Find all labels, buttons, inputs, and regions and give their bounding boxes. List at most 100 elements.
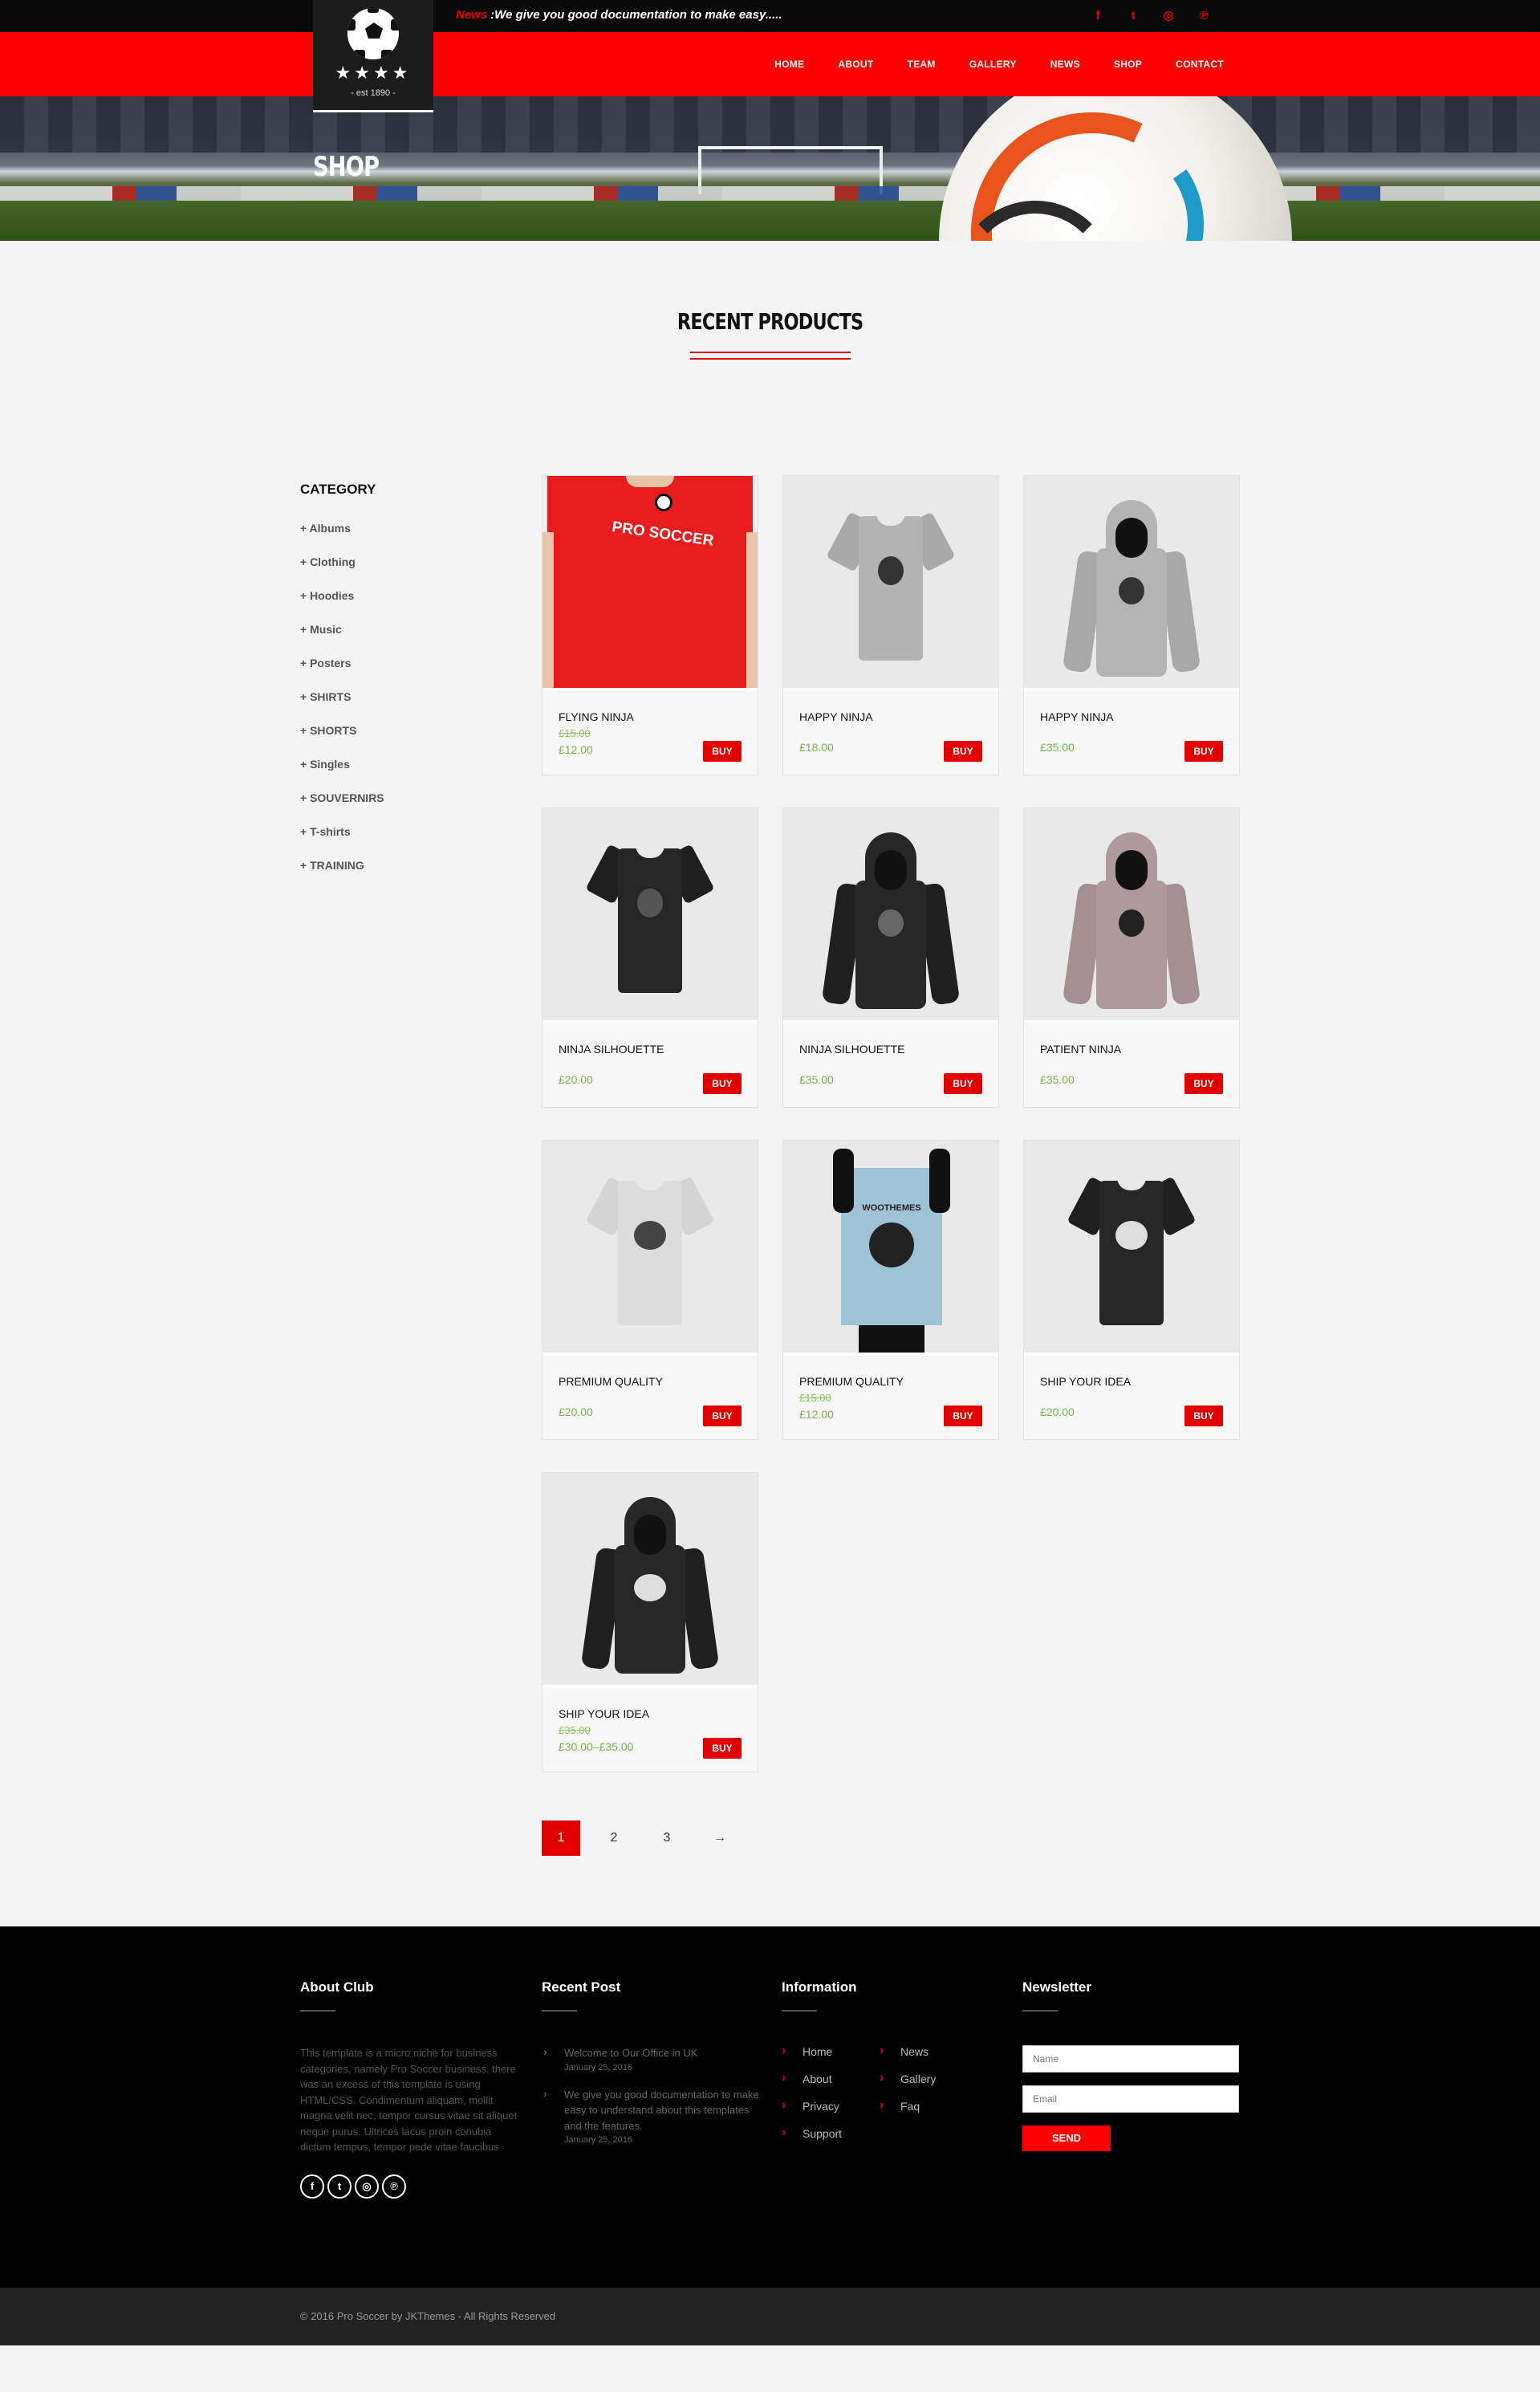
product-image[interactable] xyxy=(542,808,758,1023)
product-name[interactable]: SHIP YOUR IDEA xyxy=(1040,1375,1131,1388)
next-page-button[interactable]: → xyxy=(701,1820,739,1856)
instagram-icon[interactable]: ◎ xyxy=(355,2174,379,2199)
buy-button[interactable]: BUY xyxy=(944,1406,982,1426)
buy-button[interactable]: BUY xyxy=(703,741,742,762)
category-item[interactable]: + SOUVERNIRS xyxy=(300,791,493,825)
category-heading: CATEGORY xyxy=(300,482,376,497)
twitter-icon[interactable]: t xyxy=(327,2174,351,2199)
product-card[interactable]: NINJA SILHOUETTE £35.00 BUY xyxy=(782,808,999,1108)
product-image[interactable] xyxy=(1024,808,1239,1023)
nav-shop[interactable]: SHOP xyxy=(1114,59,1142,70)
product-name[interactable]: PREMIUM QUALITY xyxy=(559,1375,663,1388)
product-name[interactable]: NINJA SILHOUETTE xyxy=(799,1043,904,1056)
page-1-button[interactable]: 1 xyxy=(542,1820,580,1856)
recent-post[interactable]: › Welcome to Our Office in UK January 25… xyxy=(542,2045,766,2073)
hero-banner xyxy=(0,96,1540,241)
recent-post-title[interactable]: We give you good documentation to make e… xyxy=(564,2087,766,2134)
product-name[interactable]: HAPPY NINJA xyxy=(799,710,873,723)
news-ticker[interactable]: News:We give you good documentation to m… xyxy=(456,8,782,22)
footer-link-faq[interactable]: Faq xyxy=(880,2098,976,2113)
pinterest-icon[interactable]: ℗ xyxy=(382,2174,406,2199)
buy-button[interactable]: BUY xyxy=(703,1738,742,1759)
product-name[interactable]: SHIP YOUR IDEA xyxy=(559,1707,649,1720)
newsletter-name-field[interactable] xyxy=(1022,2045,1239,2073)
facebook-icon[interactable]: f xyxy=(1090,8,1106,24)
product-image[interactable] xyxy=(542,1473,758,1688)
product-card[interactable]: PATIENT NINJA £35.00 BUY xyxy=(1023,808,1240,1108)
title-underline xyxy=(690,352,851,364)
footer-link-about[interactable]: About xyxy=(782,2071,880,2085)
product-image[interactable] xyxy=(1024,476,1239,691)
category-item[interactable]: + Posters xyxy=(300,657,493,690)
product-image[interactable] xyxy=(783,808,998,1023)
buy-button[interactable]: BUY xyxy=(1184,1406,1223,1426)
nav-contact[interactable]: CONTACT xyxy=(1176,59,1224,70)
product-card[interactable]: SHIP YOUR IDEA £35.00 £30.00–£35.00 BUY xyxy=(542,1472,758,1772)
footer-social-links: f t ◎ ℗ xyxy=(300,2174,522,2199)
footer-link-gallery[interactable]: Gallery xyxy=(880,2071,976,2085)
footer-link-support[interactable]: Support xyxy=(782,2126,880,2140)
site-logo[interactable]: ★★★★ - est 1890 - xyxy=(313,0,433,112)
category-item[interactable]: + TRAINING xyxy=(300,859,493,893)
product-name[interactable]: PREMIUM QUALITY xyxy=(799,1375,904,1388)
twitter-icon[interactable]: t xyxy=(1125,8,1141,24)
category-item[interactable]: + T-shirts xyxy=(300,825,493,859)
recent-post[interactable]: › We give you good documentation to make… xyxy=(542,2087,766,2146)
product-card[interactable]: PREMIUM QUALITY £20.00 BUY xyxy=(542,1140,758,1440)
product-name[interactable]: PATIENT NINJA xyxy=(1040,1043,1121,1056)
page-2-button[interactable]: 2 xyxy=(595,1820,633,1856)
buy-button[interactable]: BUY xyxy=(1184,741,1223,762)
recent-post-title[interactable]: Welcome to Our Office in UK xyxy=(564,2045,766,2061)
nav-gallery[interactable]: GALLERY xyxy=(969,59,1017,70)
instagram-icon[interactable]: ◎ xyxy=(1160,8,1176,24)
category-item[interactable]: + Singles xyxy=(300,758,493,791)
top-social-links: f t ◎ ℗ xyxy=(1090,8,1212,24)
product-image[interactable] xyxy=(1024,1141,1239,1356)
nav-about[interactable]: ABOUT xyxy=(838,59,873,70)
newsletter-email-field[interactable] xyxy=(1022,2085,1239,2113)
buy-button[interactable]: BUY xyxy=(944,1073,982,1094)
product-card[interactable]: HAPPY NINJA £35.00 BUY xyxy=(1023,475,1240,775)
footer-links: Home News About Gallery Privacy Faq Supp… xyxy=(782,2044,976,2140)
product-image[interactable]: WOOTHEMES xyxy=(783,1141,998,1356)
copyright-text: © 2016 Pro Soccer by JKThemes - All Righ… xyxy=(300,2310,556,2322)
pinterest-icon[interactable]: ℗ xyxy=(1196,8,1212,24)
page-3-button[interactable]: 3 xyxy=(648,1820,686,1856)
footer-link-home[interactable]: Home xyxy=(782,2044,880,2058)
product-image[interactable] xyxy=(542,1141,758,1356)
footer-info-title: Information xyxy=(782,1979,857,1995)
product-card[interactable]: PRO SOCCER FLYING NINJA £15.00 £12.00 BU… xyxy=(542,475,758,775)
product-card[interactable]: SHIP YOUR IDEA £20.00 BUY xyxy=(1023,1140,1240,1440)
nav-news[interactable]: NEWS xyxy=(1050,59,1080,70)
footer-link-news[interactable]: News xyxy=(880,2044,976,2058)
product-name[interactable]: NINJA SILHOUETTE xyxy=(559,1043,664,1056)
product-price: £20.00 xyxy=(559,1073,593,1086)
soccer-ball-icon xyxy=(655,494,672,511)
category-item[interactable]: + Hoodies xyxy=(300,589,493,623)
product-card[interactable]: WOOTHEMES PREMIUM QUALITY £15.00 £12.00 … xyxy=(782,1140,999,1440)
product-card[interactable]: HAPPY NINJA £18.00 BUY xyxy=(782,475,999,775)
product-image[interactable]: PRO SOCCER xyxy=(542,476,758,691)
product-image[interactable] xyxy=(783,476,998,691)
product-card[interactable]: NINJA SILHOUETTE £20.00 BUY xyxy=(542,808,758,1108)
product-name[interactable]: FLYING NINJA xyxy=(559,710,634,723)
buy-button[interactable]: BUY xyxy=(703,1073,742,1094)
footer-recent-title: Recent Post xyxy=(542,1979,621,1995)
footer-link-privacy[interactable]: Privacy xyxy=(782,2098,880,2113)
buy-button[interactable]: BUY xyxy=(703,1406,742,1426)
nav-team[interactable]: TEAM xyxy=(908,59,936,70)
category-item[interactable]: + SHORTS xyxy=(300,724,493,758)
chevron-right-icon: › xyxy=(543,2045,547,2058)
product-name[interactable]: HAPPY NINJA xyxy=(1040,710,1114,723)
buy-button[interactable]: BUY xyxy=(944,741,982,762)
buy-button[interactable]: BUY xyxy=(1184,1073,1223,1094)
nav-home[interactable]: HOME xyxy=(774,59,804,70)
facebook-icon[interactable]: f xyxy=(300,2174,324,2199)
category-sidebar: CATEGORY + Albums + Clothing + Hoodies +… xyxy=(300,482,493,893)
category-item[interactable]: + Clothing xyxy=(300,555,493,589)
category-item[interactable]: + SHIRTS xyxy=(300,690,493,724)
newsletter-send-button[interactable]: SEND xyxy=(1022,2126,1111,2151)
top-bar: News:We give you good documentation to m… xyxy=(0,0,1540,32)
category-item[interactable]: + Music xyxy=(300,623,493,657)
category-item[interactable]: + Albums xyxy=(300,522,493,555)
